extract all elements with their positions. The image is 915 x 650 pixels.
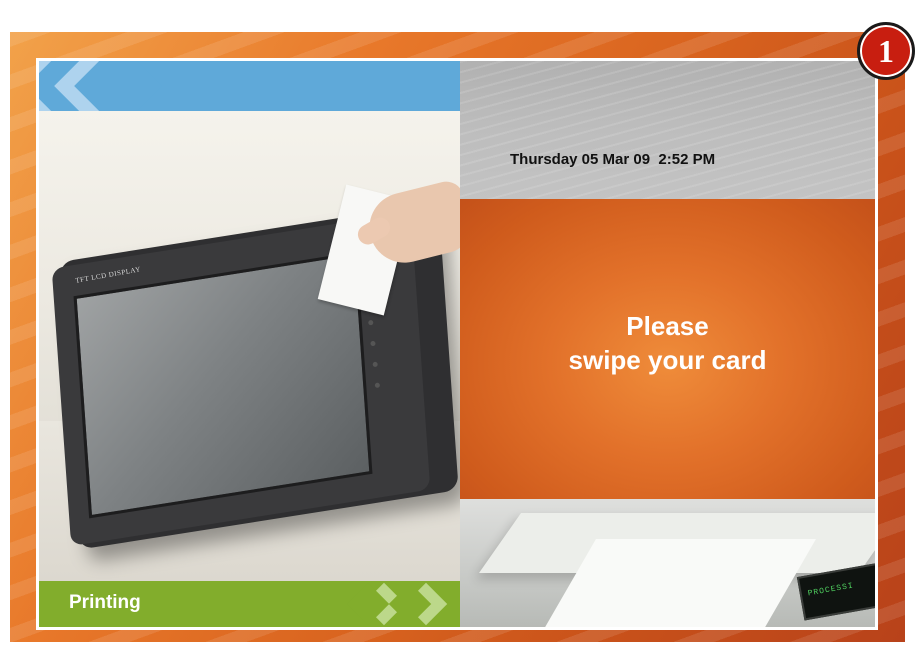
datetime-text: Thursday 05 Mar 09 2:52 PM <box>510 151 716 168</box>
datetime-panel: Thursday 05 Mar 09 2:52 PM <box>460 61 875 199</box>
prompt-line-1: Please <box>626 311 709 341</box>
kiosk-inner: TFT LCD DISPLAY Printing Thursday 05 Mar… <box>39 61 875 627</box>
top-blue-band <box>39 61 460 111</box>
printing-label: Printing <box>69 592 141 613</box>
prompt-line-2: swipe your card <box>568 345 767 375</box>
swipe-prompt: Please swipe your card <box>460 309 875 377</box>
prompt-panel: Please swipe your card <box>460 199 875 499</box>
printer-display-text: PROCESSI <box>807 581 855 599</box>
step-number-badge: 1 <box>857 22 915 80</box>
bottom-green-band: Printing <box>39 581 460 627</box>
kiosk-screen: TFT LCD DISPLAY Printing Thursday 05 Mar… <box>36 58 878 630</box>
printer-photo: PROCESSI <box>460 499 875 627</box>
left-panel: TFT LCD DISPLAY Printing <box>39 61 460 627</box>
